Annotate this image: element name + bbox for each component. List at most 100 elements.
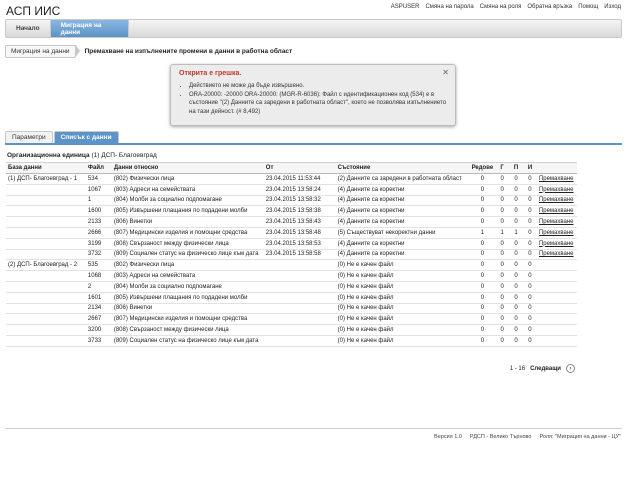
cell-i: 0 bbox=[523, 259, 537, 272]
col-p[interactable]: П bbox=[509, 162, 524, 174]
cell-data-about: (806) Винетки bbox=[111, 216, 264, 228]
main-nav: Начало Миграция на данни bbox=[5, 19, 622, 38]
table-row: (1) ДСП- Благоевград - 1 534 (802) Физичес… bbox=[6, 173, 577, 185]
cell-p: 0 bbox=[509, 184, 524, 196]
data-table: База данни Файл Данни относно От Състоян… bbox=[6, 162, 577, 347]
col-file[interactable]: Файл bbox=[85, 162, 112, 174]
table-row: 2666 (807) Медицински изделия и помощни с… bbox=[6, 227, 577, 239]
next-arrow-icon[interactable]: › bbox=[566, 364, 575, 373]
cell-from bbox=[263, 292, 336, 304]
feedback-link[interactable]: Обратна връзка bbox=[527, 4, 572, 10]
remove-link[interactable]: Премахване bbox=[536, 227, 577, 239]
cell-database bbox=[6, 205, 86, 218]
change-role-link[interactable]: Смяна на роля bbox=[480, 4, 522, 10]
org-unit-line: Организационна единица (1) ДСП- Благоевг… bbox=[7, 152, 157, 159]
table-row: 3199 (808) Свързаност между физически лиц… bbox=[6, 238, 577, 250]
logout-link[interactable]: Изход bbox=[604, 4, 621, 10]
cell-p: 0 bbox=[509, 313, 524, 326]
cell-data-about: (807) Медицински изделия и помощни средс… bbox=[111, 227, 264, 239]
cell-g: 0 bbox=[495, 173, 510, 185]
cell-database bbox=[6, 324, 86, 336]
cell-state: (4) Данните са коректни bbox=[335, 216, 470, 228]
footer-role: Роля: "Миграция на данни - ЦУ" bbox=[539, 434, 621, 440]
error-message: Действието не може да бъде извършено. bbox=[189, 82, 447, 91]
cell-file: 3200 bbox=[85, 324, 112, 336]
cell-i: 0 bbox=[523, 184, 537, 196]
col-rows[interactable]: Редове bbox=[469, 162, 496, 174]
cell-data-about: (806) Винетки bbox=[111, 303, 264, 315]
help-link[interactable]: Помощ bbox=[578, 4, 598, 10]
remove-link[interactable]: Премахване bbox=[536, 173, 577, 185]
col-state[interactable]: Състояние bbox=[335, 162, 470, 174]
remove-link[interactable]: Премахване bbox=[536, 238, 577, 250]
change-password-link[interactable]: Смяна на парола bbox=[425, 4, 473, 10]
cell-p: 0 bbox=[509, 205, 524, 218]
cell-g: 0 bbox=[495, 259, 510, 272]
cell-file: 1068 bbox=[85, 270, 112, 282]
cell-state: (4) Данните са коректни bbox=[335, 184, 470, 196]
col-from[interactable]: От bbox=[263, 162, 336, 174]
cell-p: 0 bbox=[509, 324, 524, 336]
cell-state: (5) Съществуват некоректни данни bbox=[335, 227, 470, 239]
cell-i: 0 bbox=[523, 173, 537, 185]
cell-data-about: (803) Адреси на семействата bbox=[111, 184, 264, 196]
cell-file: 2133 bbox=[85, 216, 112, 228]
cell-i: 0 bbox=[523, 335, 537, 347]
table-row: 2133 (806) Винетки 23.04.2015 13:58:43 (4) … bbox=[6, 216, 577, 228]
col-data-about[interactable]: Данни относно bbox=[111, 162, 264, 174]
cell-file: 535 bbox=[85, 259, 112, 272]
table-row: 2134 (806) Винетки (0) Не е качен файл 0 0 0 0 bbox=[6, 303, 577, 315]
remove-link bbox=[536, 281, 577, 293]
content-tabs: Параметри Списък с данни bbox=[5, 131, 119, 143]
col-g[interactable]: Г bbox=[495, 162, 510, 174]
pager-range: 1 - 16 bbox=[509, 365, 526, 372]
remove-link[interactable]: Премахване bbox=[536, 205, 577, 218]
tab-data-list[interactable]: Списък с данни bbox=[53, 131, 119, 143]
cell-state: (2) Данните са заредени в работната обла… bbox=[335, 173, 470, 185]
cell-rows: 0 bbox=[469, 303, 496, 315]
col-i[interactable]: И bbox=[523, 162, 537, 174]
table-row: 1068 (803) Адреси на семействата (0) Не е … bbox=[6, 270, 577, 282]
pager: 1 - 16 Следващи › bbox=[510, 364, 575, 373]
cell-rows: 0 bbox=[469, 335, 496, 347]
cell-data-about: (804) Молби за социално подпомагане bbox=[111, 195, 264, 207]
cell-g: 0 bbox=[495, 184, 510, 196]
cell-g: 0 bbox=[495, 238, 510, 250]
org-unit-label: Организационна единица bbox=[7, 152, 90, 159]
cell-state: (4) Данните са коректни bbox=[335, 238, 470, 250]
cell-p: 0 bbox=[509, 281, 524, 293]
cell-i: 0 bbox=[523, 324, 537, 336]
cell-rows: 0 bbox=[469, 173, 496, 185]
cell-g: 0 bbox=[495, 292, 510, 304]
remove-link[interactable]: Премахване bbox=[536, 195, 577, 207]
cell-database bbox=[6, 270, 86, 282]
pager-next-link[interactable]: Следващи bbox=[530, 366, 561, 372]
cell-state: (0) Не е качен файл bbox=[335, 259, 470, 272]
tab-parameters[interactable]: Параметри bbox=[5, 131, 53, 143]
close-icon[interactable]: ✕ bbox=[442, 68, 449, 77]
table-row: 1067 (803) Адреси на семействата 23.04.201… bbox=[6, 184, 577, 196]
nav-tab-home[interactable]: Начало bbox=[6, 20, 51, 37]
cell-from bbox=[263, 313, 336, 326]
cell-from bbox=[263, 335, 336, 347]
nav-tab-data-migration[interactable]: Миграция на данни bbox=[50, 20, 129, 37]
table-row: 3200 (808) Свързаност между физически лиц… bbox=[6, 324, 577, 336]
cell-database bbox=[6, 281, 86, 293]
cell-state: (4) Данните са коректни bbox=[335, 249, 470, 261]
remove-link[interactable]: Премахване bbox=[536, 216, 577, 228]
cell-p: 0 bbox=[509, 335, 524, 347]
cell-p: 0 bbox=[509, 270, 524, 282]
cell-rows: 0 bbox=[469, 313, 496, 326]
remove-link[interactable]: Премахване bbox=[536, 184, 577, 196]
cell-data-about: (802) Физически лица bbox=[111, 259, 264, 272]
col-database[interactable]: База данни bbox=[6, 162, 86, 174]
cell-from: 23.04.2015 13:58:38 bbox=[263, 205, 336, 218]
cell-data-about: (809) Социален статус на физическо лице … bbox=[111, 249, 264, 261]
remove-link[interactable]: Премахване bbox=[536, 249, 577, 261]
breadcrumb-data-migration[interactable]: Миграция на данни bbox=[5, 44, 76, 58]
cell-i: 0 bbox=[523, 270, 537, 282]
user-link[interactable]: ASPUSER bbox=[391, 4, 420, 10]
error-title: Открита е грешка. bbox=[179, 70, 242, 77]
cell-file: 3732 bbox=[85, 249, 112, 261]
cell-p: 0 bbox=[509, 216, 524, 228]
